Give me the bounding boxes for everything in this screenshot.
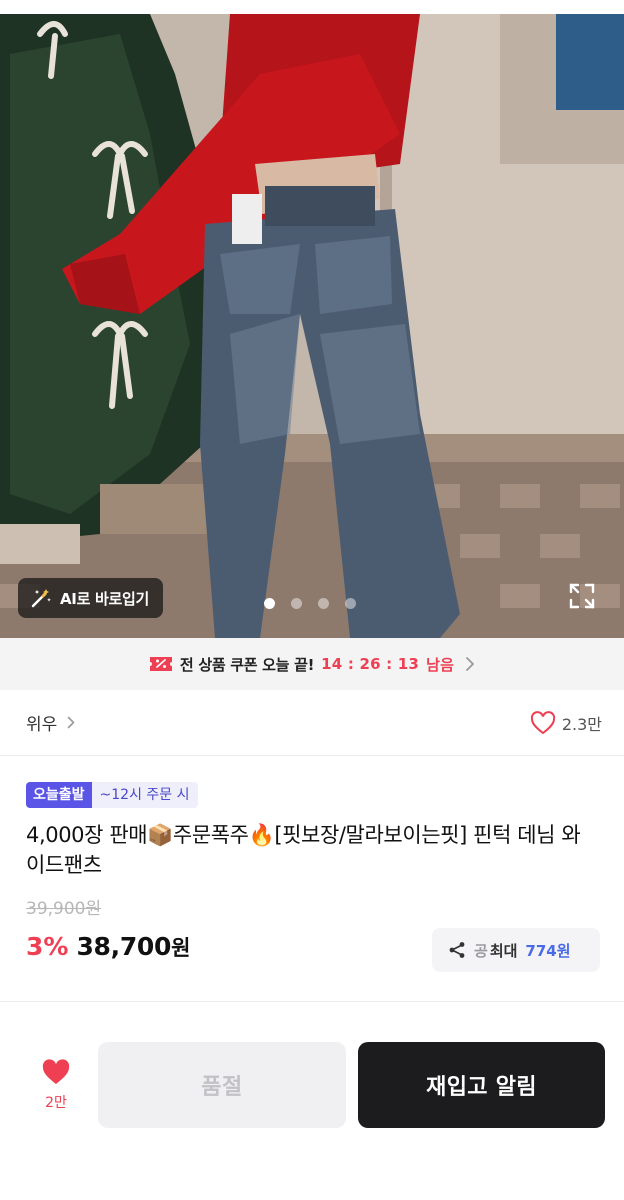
carousel-dot-4[interactable] <box>345 598 356 609</box>
coupon-countdown: 14 : 26 : 13 <box>321 655 420 673</box>
brand-row: 위우 2.3만 <box>0 690 624 756</box>
product-photo <box>0 14 624 638</box>
share-reward-prefix: 공 <box>474 941 488 960</box>
ai-try-on-button[interactable]: AI로 바로입기 <box>18 578 164 618</box>
share-reward-label: 최대 <box>489 941 518 960</box>
ai-try-on-label: AI로 바로입기 <box>60 589 150 608</box>
magic-wand-icon <box>31 589 51 608</box>
sale-price: 38,700원 <box>76 932 190 962</box>
carousel-dot-3[interactable] <box>318 598 329 609</box>
brand-name: 위우 <box>26 715 58 735</box>
brand-like-count: 2.3만 <box>561 714 602 734</box>
carousel-dot-2[interactable] <box>291 598 302 609</box>
wishlist-count: 2만 <box>45 1095 67 1111</box>
discount-rate: 3% <box>26 932 69 961</box>
shipping-badge: 오늘출발 ~12시 주문 시 <box>26 782 198 808</box>
brand-like-button[interactable]: 2.3만 <box>530 710 602 735</box>
share-button[interactable]: 공 최대 774원 <box>432 928 600 972</box>
sale-price-amount: 38,700 <box>76 932 172 961</box>
section-divider <box>0 1001 624 1002</box>
brand-link[interactable]: 위우 <box>26 710 75 735</box>
share-icon <box>449 942 465 958</box>
heart-filled-icon <box>42 1059 70 1084</box>
soldout-button: 품절 <box>98 1042 346 1128</box>
coupon-remaining-label: 남음 <box>426 655 455 674</box>
restock-alert-button[interactable]: 재입고 알림 <box>358 1042 605 1128</box>
original-price: 39,900원 <box>26 899 102 919</box>
product-title: 4,000장 판매📦주문폭주🔥[핏보장/말라보이는핏] 핀턱 데님 와이드팬츠 <box>26 823 581 877</box>
carousel-dot-1[interactable] <box>264 598 275 609</box>
price-row: 3% 38,700원 <box>26 932 190 962</box>
coupon-text: 전 상품 쿠폰 오늘 끝! <box>179 655 315 674</box>
heart-outline-icon <box>530 710 555 734</box>
product-image-carousel[interactable]: AI로 바로입기 <box>0 14 624 638</box>
carousel-pagination <box>264 598 356 609</box>
shipping-cutoff-note: ~12시 주문 시 <box>91 782 198 808</box>
share-reward-amount: 774원 <box>525 941 571 960</box>
currency-unit: 원 <box>171 936 191 960</box>
coupon-ticket-icon <box>149 657 172 671</box>
wishlist-button[interactable]: 2만 <box>26 1058 86 1118</box>
today-shipping-badge: 오늘출발 <box>26 782 92 808</box>
expand-icon[interactable] <box>566 580 598 612</box>
chevron-right-icon <box>466 657 474 671</box>
chevron-right-icon <box>67 716 75 729</box>
coupon-banner[interactable]: 전 상품 쿠폰 오늘 끝! 14 : 26 : 13 남음 <box>0 638 624 690</box>
